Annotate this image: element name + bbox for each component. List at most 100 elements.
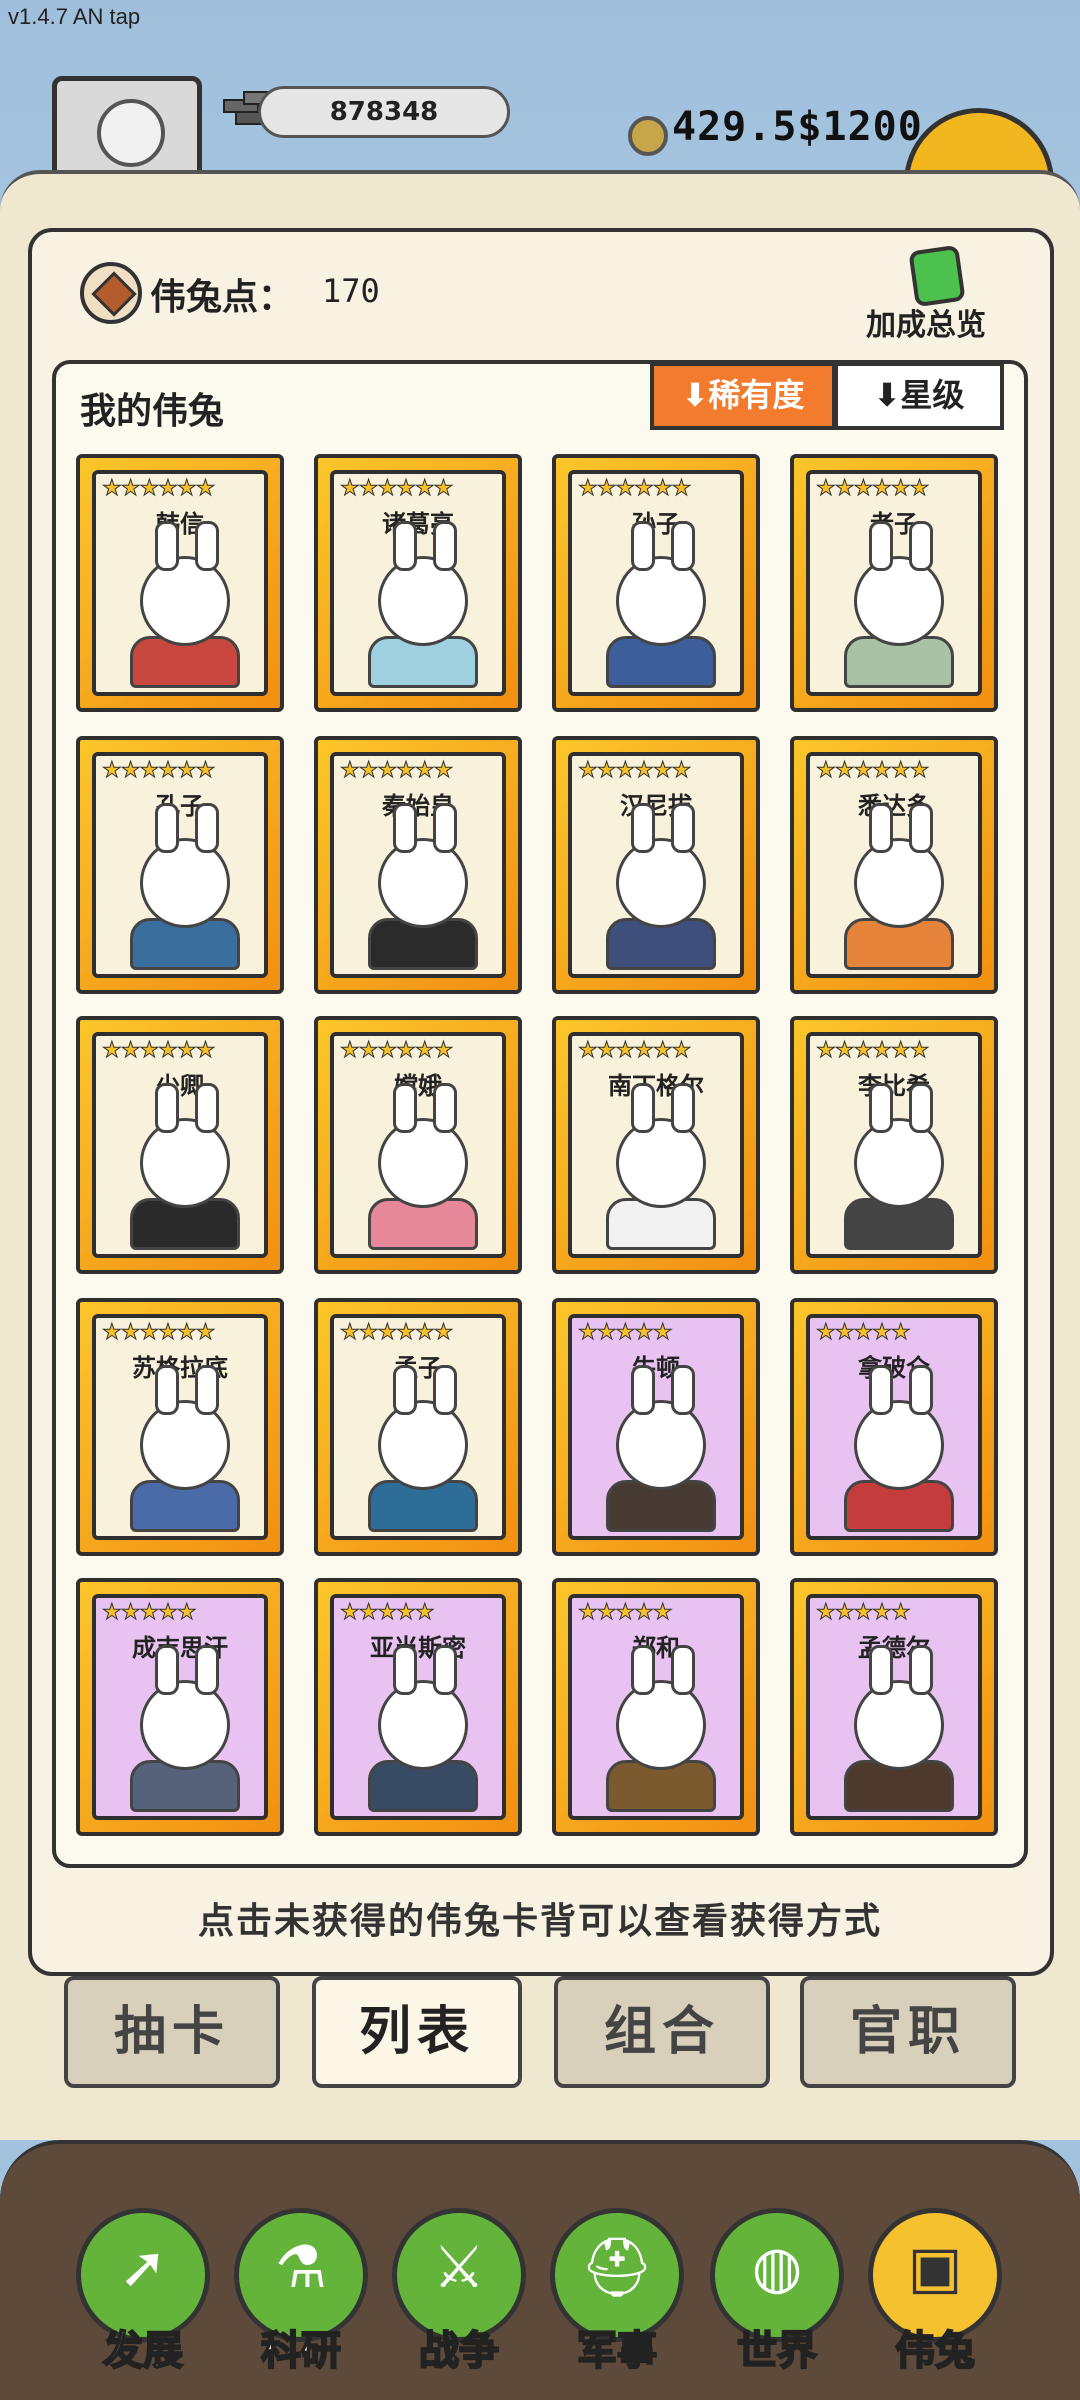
bonus-overview-button[interactable]: 加成总览 [866, 300, 986, 344]
card-face: ★★★★★★ 韩信 [92, 470, 268, 696]
rabbit-portrait [140, 1645, 230, 1770]
card-face: ★★★★★★ 孟子 [330, 1314, 506, 1540]
card-face: ★★★★★★ 孙子 [568, 470, 744, 696]
rabbit-points-value: 170 [322, 272, 380, 310]
card-name: 成吉思汗 [132, 1634, 228, 1662]
card-name: 南丁格尔 [608, 1072, 704, 1100]
card-face: ★★★★★★ 老子 [806, 470, 982, 696]
rabbit-card[interactable]: ★★★★★★ 苏格拉底 [76, 1298, 284, 1556]
rabbit-card[interactable]: ★★★★★★ 嫦娥 [314, 1016, 522, 1274]
card-stars: ★★★★★★ [578, 476, 692, 502]
rabbit-card[interactable]: ★★★★★★ 孔子 [76, 736, 284, 994]
card-name: 郑和 [632, 1634, 680, 1662]
rabbit-portrait [140, 1365, 230, 1490]
rabbit-points-icon [80, 262, 142, 324]
rabbit-card[interactable]: ★★★★★★ 汉尼拔 [552, 736, 760, 994]
rabbit-portrait [854, 1083, 944, 1208]
rabbit-card[interactable]: ★★★★★ 孟德尔 [790, 1578, 998, 1836]
card-face: ★★★★★★ 苏格拉底 [92, 1314, 268, 1540]
rabbit-card[interactable]: ★★★★★ 亚当斯密 [314, 1578, 522, 1836]
card-name: 韩信 [156, 510, 204, 538]
rabbit-portrait [140, 521, 230, 646]
card-face: ★★★★★★ 少卿 [92, 1032, 268, 1258]
card-stars: ★★★★★★ [816, 476, 930, 502]
rabbit-portrait [378, 803, 468, 928]
card-name: 汉尼拔 [620, 792, 692, 820]
tab-combo[interactable]: 组合 [554, 1976, 770, 2088]
rabbit-card[interactable]: ★★★★★★ 老子 [790, 454, 998, 712]
card-name: 孟德尔 [858, 1634, 930, 1662]
card-face: ★★★★★ 成吉思汗 [92, 1594, 268, 1820]
top-status-bar: 878348 429.5$1200 最大 [0, 40, 1080, 258]
card-stars: ★★★★★★ [340, 758, 454, 784]
rabbit-points-label: 伟兔点： [150, 277, 295, 318]
hint-text: 点击未获得的伟兔卡背可以查看获得方式 [197, 1901, 882, 1942]
rabbit-card[interactable]: ★★★★★★ 少卿 [76, 1016, 284, 1274]
card-name: 苏格拉底 [132, 1354, 228, 1382]
card-stars: ★★★★★ [578, 1320, 674, 1346]
card-name: 牛顿 [632, 1354, 680, 1382]
rabbit-card[interactable]: ★★★★★★ 南丁格尔 [552, 1016, 760, 1274]
card-face: ★★★★★★ 李比希 [806, 1032, 982, 1258]
card-stars: ★★★★★ [340, 1600, 436, 1626]
bonus-overview-icon[interactable] [908, 244, 966, 308]
rabbit-portrait [854, 521, 944, 646]
card-face: ★★★★★★ 秦始皇 [330, 752, 506, 978]
income-rate: 429.5$1200 [672, 104, 923, 150]
nav-develop-label: 发展 [102, 2327, 184, 2375]
rabbit-card[interactable]: ★★★★★★ 韩信 [76, 454, 284, 712]
rabbit-card[interactable]: ★★★★★★ 诸葛亮 [314, 454, 522, 712]
rabbit-portrait [616, 1083, 706, 1208]
my-rabbits-title: 我的伟兔 [80, 391, 225, 432]
rabbit-card[interactable]: ★★★★★★ 秦始皇 [314, 736, 522, 994]
card-name: 老子 [870, 510, 918, 538]
nav-rabbit-label: 伟兔 [894, 2327, 976, 2375]
card-stars: ★★★★★★ [816, 758, 930, 784]
rabbit-portrait [616, 1365, 706, 1490]
rabbit-portrait [378, 521, 468, 646]
card-name: 孙子 [632, 510, 680, 538]
rabbit-card[interactable]: ★★★★★ 牛顿 [552, 1298, 760, 1556]
card-name: 李比希 [858, 1072, 930, 1100]
card-face: ★★★★★★ 诸葛亮 [330, 470, 506, 696]
arrow-up-icon: ➚ [118, 2233, 168, 2301]
card-stars: ★★★★★★ [102, 476, 216, 502]
card-face: ★★★★★ 亚当斯密 [330, 1594, 506, 1820]
card-stars: ★★★★★ [816, 1600, 912, 1626]
rabbit-portrait [140, 803, 230, 928]
card-face: ★★★★★ 牛顿 [568, 1314, 744, 1540]
rabbit-card[interactable]: ★★★★★★ 孙子 [552, 454, 760, 712]
card-face: ★★★★★ 拿破仑 [806, 1314, 982, 1540]
rabbit-card-icon: ▣ [907, 2233, 963, 2301]
sort-by-star-button[interactable]: ⬇星级 [834, 362, 1004, 430]
rabbit-card[interactable]: ★★★★★ 成吉思汗 [76, 1578, 284, 1836]
card-stars: ★★★★★★ [102, 1038, 216, 1064]
rabbit-portrait [854, 1365, 944, 1490]
tab-list[interactable]: 列表 [312, 1976, 522, 2088]
tab-office[interactable]: 官职 [800, 1976, 1016, 2088]
rabbit-portrait [854, 803, 944, 928]
card-face: ★★★★★★ 孔子 [92, 752, 268, 978]
card-stars: ★★★★★★ [340, 1320, 454, 1346]
card-stars: ★★★★★★ [578, 758, 692, 784]
sort-by-rarity-button[interactable]: ⬇稀有度 [650, 362, 836, 430]
card-name: 孔子 [156, 792, 204, 820]
rabbit-card[interactable]: ★★★★★★ 悉达多 [790, 736, 998, 994]
card-face: ★★★★★★ 汉尼拔 [568, 752, 744, 978]
rabbit-card[interactable]: ★★★★★ 拿破仑 [790, 1298, 998, 1556]
card-stars: ★★★★★ [102, 1600, 198, 1626]
rabbit-portrait [378, 1083, 468, 1208]
rabbit-card[interactable]: ★★★★★★ 李比希 [790, 1016, 998, 1274]
tab-draw[interactable]: 抽卡 [64, 1976, 280, 2088]
money-counter: 878348 [258, 86, 510, 138]
nav-research-label: 科研 [260, 2327, 342, 2375]
card-name: 诸葛亮 [382, 510, 454, 538]
nav-military-label: 军事 [576, 2327, 658, 2375]
card-face: ★★★★★★ 嫦娥 [330, 1032, 506, 1258]
card-face: ★★★★★★ 南丁格尔 [568, 1032, 744, 1258]
card-name: 亚当斯密 [370, 1634, 466, 1662]
rabbit-portrait [378, 1645, 468, 1770]
rabbit-card[interactable]: ★★★★★ 郑和 [552, 1578, 760, 1836]
rabbit-card[interactable]: ★★★★★★ 孟子 [314, 1298, 522, 1556]
card-face: ★★★★★ 郑和 [568, 1594, 744, 1820]
